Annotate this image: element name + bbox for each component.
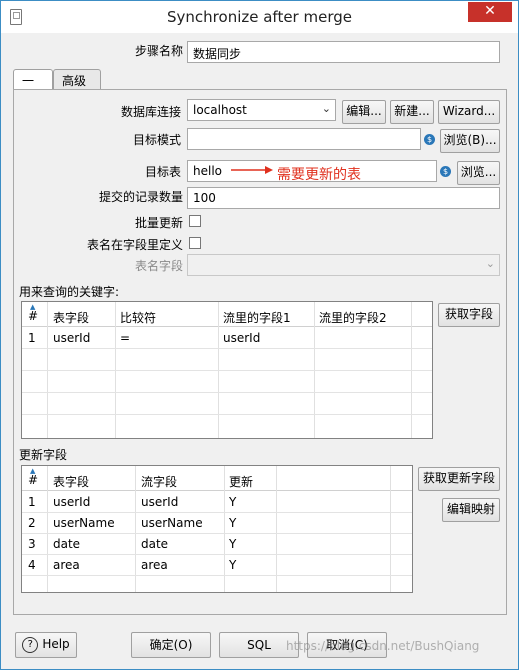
ok-button[interactable]: 确定(O) (131, 632, 211, 658)
table-cell[interactable]: area (53, 558, 80, 572)
table-cell[interactable]: userId (53, 331, 90, 345)
step-name-label: 步骤名称 (134, 44, 183, 58)
table-cell[interactable]: 4 (28, 558, 36, 572)
table-cell[interactable]: Y (229, 516, 236, 530)
table-cell[interactable]: Y (229, 495, 236, 509)
help-icon: ? (22, 636, 39, 653)
browse-table-button[interactable]: 浏览... (457, 161, 500, 185)
arrow-icon (231, 166, 273, 174)
tablename-in-field-label: 表名在字段里定义 (86, 238, 183, 252)
db-connection-label: 数据库连接 (120, 105, 181, 119)
table-cell[interactable]: 3 (28, 537, 36, 551)
column-header[interactable]: # (28, 473, 38, 487)
commit-size-label: 提交的记录数量 (98, 190, 183, 204)
batch-update-label: 批量更新 (134, 216, 183, 230)
watermark: https://blog.csdn.net/BushQiang (286, 639, 480, 653)
tablename-field-label: 表名字段 (134, 259, 183, 273)
edit-connection-button[interactable]: 编辑... (342, 100, 386, 124)
table-cell[interactable]: date (141, 537, 168, 551)
table-cell[interactable]: userId (53, 495, 90, 509)
target-table-value: hello (193, 164, 222, 178)
table-cell[interactable]: 1 (28, 495, 36, 509)
tablename-field-select[interactable]: ⌄ (187, 254, 500, 276)
commit-size-input[interactable]: 100 (187, 187, 500, 209)
keys-table[interactable]: ▲ # 表字段 比较符 流里的字段1 流里的字段2 1 userId = use… (21, 301, 433, 439)
update-table[interactable]: ▲ # 表字段 流字段 更新 1 userId userId Y 2 userN… (21, 465, 413, 593)
close-button[interactable]: ✕ (468, 2, 512, 22)
db-connection-value: localhost (193, 103, 247, 117)
get-update-fields-button[interactable]: 获取更新字段 (418, 467, 500, 491)
update-section-title: 更新字段 (19, 448, 68, 462)
column-header[interactable]: # (28, 309, 38, 323)
target-table-label: 目标表 (144, 165, 181, 179)
column-header[interactable]: 流里的字段1 (223, 309, 291, 326)
dialog-window: Synchronize after merge ✕ 步骤名称 数据同步 一般 高… (0, 0, 519, 670)
column-header[interactable]: 表字段 (53, 473, 89, 490)
get-key-fields-button[interactable]: 获取字段 (438, 303, 500, 327)
batch-update-checkbox[interactable] (189, 215, 201, 227)
title-bar: Synchronize after merge ✕ (1, 1, 518, 33)
chevron-down-icon: ⌄ (321, 102, 331, 115)
table-cell[interactable]: area (141, 558, 168, 572)
wizard-button[interactable]: Wizard... (438, 100, 500, 124)
tablename-in-field-checkbox[interactable] (189, 237, 201, 249)
table-cell[interactable]: 1 (28, 331, 36, 345)
chevron-down-icon: ⌄ (485, 257, 495, 270)
variable-icon: $ (424, 134, 435, 145)
tab-general[interactable]: 一般 (13, 69, 53, 105)
column-header[interactable]: 表字段 (53, 309, 89, 326)
column-header[interactable]: 更新 (229, 473, 253, 490)
table-cell[interactable]: 2 (28, 516, 36, 530)
tab-advanced[interactable]: 高级 (53, 69, 101, 89)
window-title: Synchronize after merge (167, 8, 352, 26)
table-cell[interactable]: userName (141, 516, 203, 530)
step-name-input[interactable]: 数据同步 (187, 41, 500, 63)
help-button[interactable]: ? Help (15, 632, 77, 658)
table-cell[interactable]: userId (141, 495, 178, 509)
table-cell[interactable]: Y (229, 537, 236, 551)
db-connection-select[interactable]: localhost ⌄ (187, 99, 336, 121)
variable-icon: $ (440, 166, 451, 177)
table-cell[interactable]: = (120, 331, 130, 345)
target-schema-label: 目标模式 (132, 133, 181, 147)
column-header[interactable]: 流字段 (141, 473, 177, 490)
help-label: Help (42, 637, 70, 651)
browse-schema-button[interactable]: 浏览(B)... (440, 129, 500, 153)
edit-mapping-button[interactable]: 编辑映射 (442, 498, 500, 522)
target-schema-input[interactable] (187, 128, 421, 150)
column-header[interactable]: 比较符 (120, 309, 156, 326)
column-header[interactable]: 流里的字段2 (319, 309, 387, 326)
keys-section-title: 用来查询的关键字: (19, 285, 120, 299)
annotation-text: 需要更新的表 (277, 167, 361, 183)
new-connection-button[interactable]: 新建... (390, 100, 434, 124)
table-cell[interactable]: date (53, 537, 80, 551)
table-cell[interactable]: userId (223, 331, 260, 345)
table-cell[interactable]: userName (53, 516, 115, 530)
table-cell[interactable]: Y (229, 558, 236, 572)
